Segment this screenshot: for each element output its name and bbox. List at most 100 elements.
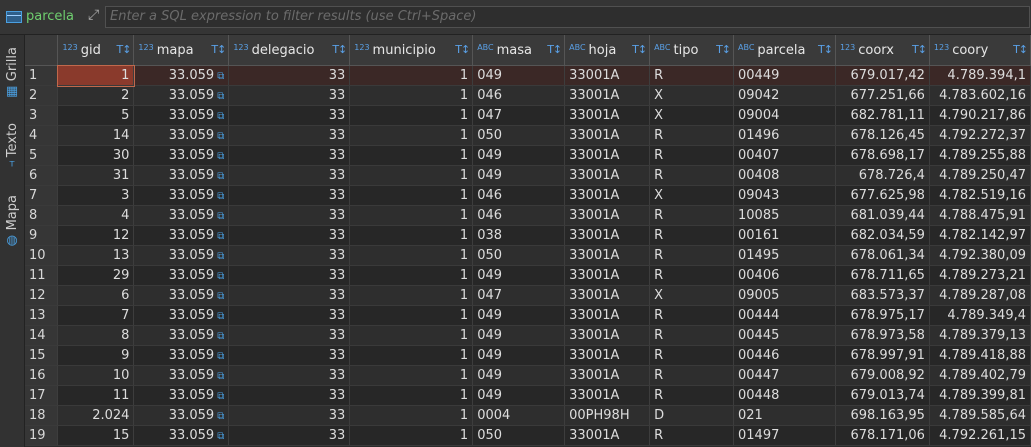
cell-municipio[interactable]: 1 xyxy=(349,285,474,306)
cell-masa[interactable]: 046 xyxy=(472,185,566,206)
cell-mapa[interactable]: 33.059 ⧉ xyxy=(133,205,230,226)
cell-municipio[interactable]: 1 xyxy=(349,325,474,346)
row-number[interactable]: 15 xyxy=(25,345,59,366)
cell-coorx[interactable]: 677.625,98 xyxy=(835,185,930,206)
cell-parcela[interactable]: 09004 xyxy=(733,105,836,126)
filter-sort-icon[interactable]: T↕ xyxy=(211,43,226,56)
cell-coorx[interactable]: 678.973,58 xyxy=(835,325,930,346)
cell-mapa[interactable]: 33.059 ⧉ xyxy=(133,65,230,86)
cell-coorx[interactable]: 678.126,45 xyxy=(835,125,930,146)
cell-mapa[interactable]: 33.059 ⧉ xyxy=(133,125,230,146)
cell-coory[interactable]: 4.789.418,88 xyxy=(929,345,1031,366)
external-link-icon[interactable]: ⧉ xyxy=(217,271,224,282)
cell-delegacio[interactable]: 33 xyxy=(228,285,351,306)
cell-masa[interactable]: 049 xyxy=(472,345,566,366)
table-row[interactable]: 7 3 33.059 ⧉ 33 1 046 33001A X 09043 677.625,98 4.7… xyxy=(25,185,1031,206)
cell-parcela[interactable]: 01497 xyxy=(733,425,836,446)
column-header-coory[interactable]: 123 coory T↕ xyxy=(929,35,1031,66)
cell-coory[interactable]: 4.789.379,13 xyxy=(929,325,1031,346)
cell-mapa[interactable]: 33.059 ⧉ xyxy=(133,325,230,346)
cell-delegacio[interactable]: 33 xyxy=(228,105,351,126)
cell-coory[interactable]: 4.789.585,64 xyxy=(929,405,1031,426)
row-number[interactable]: 3 xyxy=(25,105,59,126)
cell-coory[interactable]: 4.782.142,97 xyxy=(929,225,1031,246)
cell-tipo[interactable]: R xyxy=(649,65,735,86)
cell-masa[interactable]: 046 xyxy=(472,205,566,226)
cell-masa[interactable]: 049 xyxy=(472,145,566,166)
cell-coorx[interactable]: 681.039,44 xyxy=(835,205,930,226)
cell-delegacio[interactable]: 33 xyxy=(228,225,351,246)
column-header-tipo[interactable]: ABC tipo T↕ xyxy=(649,35,735,66)
cell-delegacio[interactable]: 33 xyxy=(228,345,351,366)
cell-hoja[interactable]: 33001A xyxy=(564,165,651,186)
table-row[interactable]: 12 6 33.059 ⧉ 33 1 047 33001A X 09005 683.573,37 4.… xyxy=(25,285,1031,306)
cell-municipio[interactable]: 1 xyxy=(349,205,474,226)
cell-delegacio[interactable]: 33 xyxy=(228,65,351,86)
cell-municipio[interactable]: 1 xyxy=(349,125,474,146)
cell-parcela[interactable]: 00408 xyxy=(733,165,836,186)
cell-municipio[interactable]: 1 xyxy=(349,265,474,286)
cell-gid[interactable]: 3 xyxy=(57,185,135,206)
cell-mapa[interactable]: 33.059 ⧉ xyxy=(133,145,230,166)
cell-tipo[interactable]: R xyxy=(649,325,735,346)
table-row[interactable]: 9 12 33.059 ⧉ 33 1 038 33001A R 00161 682.034,59 4.… xyxy=(25,225,1031,246)
column-header-hoja[interactable]: ABC hoja T↕ xyxy=(564,35,651,66)
cell-coory[interactable]: 4.789.255,88 xyxy=(929,145,1031,166)
table-row[interactable]: 17 11 33.059 ⧉ 33 1 049 33001A R 00448 679.013,74 4… xyxy=(25,385,1031,406)
column-header-parcela[interactable]: ABC parcela T↕ xyxy=(733,35,836,66)
table-row[interactable]: 4 14 33.059 ⧉ 33 1 050 33001A R 01496 678.126,45 4.… xyxy=(25,125,1031,146)
cell-masa[interactable]: 049 xyxy=(472,265,566,286)
cell-hoja[interactable]: 33001A xyxy=(564,425,651,446)
cell-parcela[interactable]: 00447 xyxy=(733,365,836,386)
cell-coorx[interactable]: 678.171,06 xyxy=(835,425,930,446)
cell-coory[interactable]: 4.788.475,91 xyxy=(929,205,1031,226)
filter-sort-icon[interactable]: T↕ xyxy=(716,43,731,56)
cell-masa[interactable]: 038 xyxy=(472,225,566,246)
table-row[interactable]: 2 2 33.059 ⧉ 33 1 046 33001A X 09042 677.251,66 4.7… xyxy=(25,85,1031,106)
cell-coorx[interactable]: 679.013,74 xyxy=(835,385,930,406)
cell-coory[interactable]: 4.792.272,37 xyxy=(929,125,1031,146)
row-number[interactable]: 1 xyxy=(25,65,59,86)
cell-parcela[interactable]: 00449 xyxy=(733,65,836,86)
filter-sort-icon[interactable]: T↕ xyxy=(116,43,131,56)
cell-mapa[interactable]: 33.059 ⧉ xyxy=(133,225,230,246)
cell-gid[interactable]: 2.024 xyxy=(57,405,135,426)
cell-gid[interactable]: 12 xyxy=(57,225,135,246)
row-number[interactable]: 14 xyxy=(25,325,59,346)
cell-coory[interactable]: 4.789.349,4 xyxy=(929,305,1031,326)
cell-hoja[interactable]: 33001A xyxy=(564,205,651,226)
cell-mapa[interactable]: 33.059 ⧉ xyxy=(133,425,230,446)
cell-parcela[interactable]: 01496 xyxy=(733,125,836,146)
cell-hoja[interactable]: 33001A xyxy=(564,105,651,126)
column-header-mapa[interactable]: 123 mapa T↕ xyxy=(133,35,230,66)
cell-coory[interactable]: 4.792.261,15 xyxy=(929,425,1031,446)
row-number[interactable]: 2 xyxy=(25,85,59,106)
cell-tipo[interactable]: R xyxy=(649,305,735,326)
cell-coory[interactable]: 4.790.217,86 xyxy=(929,105,1031,126)
row-number[interactable]: 13 xyxy=(25,305,59,326)
cell-delegacio[interactable]: 33 xyxy=(228,305,351,326)
cell-delegacio[interactable]: 33 xyxy=(228,165,351,186)
cell-municipio[interactable]: 1 xyxy=(349,405,474,426)
cell-delegacio[interactable]: 33 xyxy=(228,265,351,286)
cell-hoja[interactable]: 33001A xyxy=(564,325,651,346)
table-row[interactable]: 11 29 33.059 ⧉ 33 1 049 33001A R 00406 678.711,65 4… xyxy=(25,265,1031,286)
cell-gid[interactable]: 6 xyxy=(57,285,135,306)
cell-coory[interactable]: 4.792.380,09 xyxy=(929,245,1031,266)
expand-icon[interactable]: ⤢ xyxy=(88,7,99,23)
cell-hoja[interactable]: 33001A xyxy=(564,365,651,386)
cell-masa[interactable]: 050 xyxy=(472,425,566,446)
cell-coorx[interactable]: 678.726,4 xyxy=(835,165,930,186)
cell-municipio[interactable]: 1 xyxy=(349,345,474,366)
cell-municipio[interactable]: 1 xyxy=(349,105,474,126)
cell-tipo[interactable]: X xyxy=(649,285,735,306)
cell-gid[interactable]: 15 xyxy=(57,425,135,446)
cell-masa[interactable]: 047 xyxy=(472,285,566,306)
cell-gid[interactable]: 13 xyxy=(57,245,135,266)
cell-tipo[interactable]: D xyxy=(649,405,735,426)
cell-hoja[interactable]: 33001A xyxy=(564,185,651,206)
cell-gid[interactable]: 11 xyxy=(57,385,135,406)
table-row[interactable]: 6 31 33.059 ⧉ 33 1 049 33001A R 00408 678.726,4 4.7… xyxy=(25,165,1031,186)
row-number[interactable]: 16 xyxy=(25,365,59,386)
external-link-icon[interactable]: ⧉ xyxy=(217,431,224,442)
